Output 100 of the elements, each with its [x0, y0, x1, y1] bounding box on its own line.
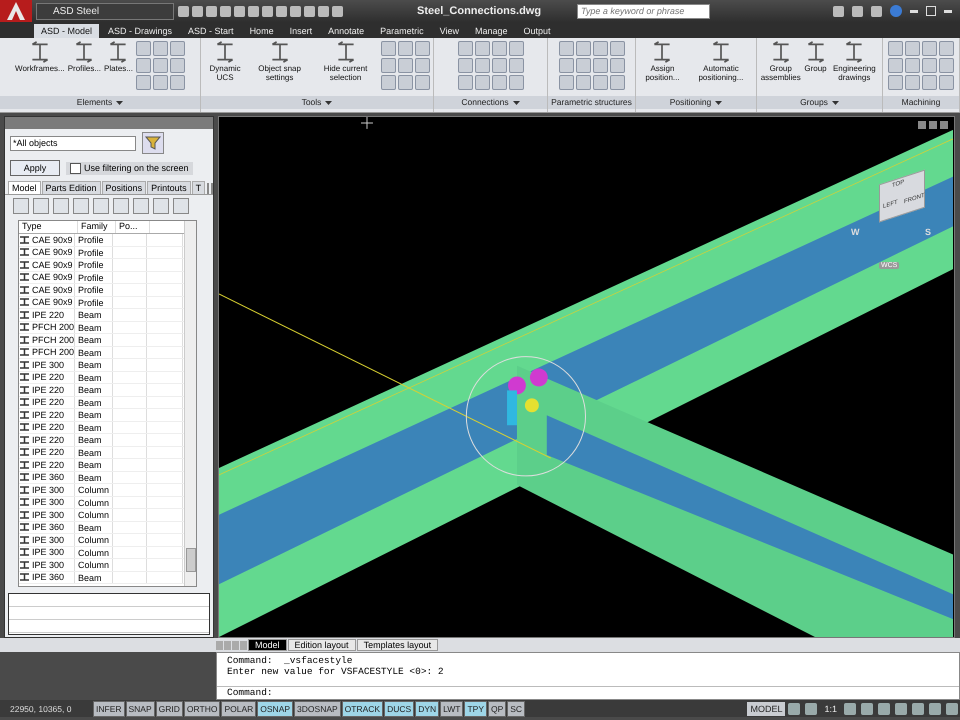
toolbar-icon[interactable]	[234, 6, 245, 16]
ribbon-button[interactable]: Automatic positioning...	[688, 41, 753, 82]
panel-tab[interactable]: T	[192, 181, 206, 194]
tool-icon[interactable]	[398, 75, 413, 90]
ribbon-tab[interactable]: Output	[516, 24, 558, 38]
tool-icon[interactable]	[136, 58, 151, 73]
tool-icon[interactable]	[922, 58, 937, 73]
tool-icon[interactable]	[152, 41, 168, 56]
tool-icon[interactable]	[508, 75, 524, 90]
tool-icon[interactable]	[415, 58, 430, 73]
tool-icon[interactable]	[905, 75, 920, 90]
ribbon-tab[interactable]: View	[432, 24, 466, 38]
filter-checkbox[interactable]: Use filtering on the screen	[66, 162, 193, 174]
command-input[interactable]: Command:	[217, 686, 959, 699]
checkbox[interactable]	[70, 162, 81, 174]
layout-tab[interactable]: Templates layout	[356, 639, 438, 651]
filter-type-icon[interactable]	[153, 198, 169, 214]
toolbar-icon[interactable]	[248, 6, 259, 16]
ribbon-tab[interactable]: Insert	[282, 24, 320, 38]
filter-type-icon[interactable]	[33, 198, 49, 214]
tool-icon[interactable]	[398, 41, 413, 56]
status-toggle[interactable]: QP	[488, 700, 506, 716]
scroll-left-icon[interactable]	[207, 183, 210, 194]
panel-title[interactable]: Machining	[883, 96, 959, 109]
ribbon-button[interactable]: Engineering drawings	[830, 41, 879, 82]
layout-icon[interactable]	[788, 702, 800, 714]
apply-button[interactable]: Apply	[10, 160, 60, 176]
layout-icon[interactable]	[805, 702, 818, 714]
tool-icon[interactable]	[381, 58, 396, 73]
filter-type-icon[interactable]	[173, 198, 189, 214]
toolbar-icon[interactable]	[290, 6, 301, 16]
ribbon-button[interactable]: Assign position...	[639, 41, 686, 82]
toolbar-icon[interactable]	[206, 6, 217, 16]
filter-type-icon[interactable]	[93, 198, 109, 214]
status-toggle[interactable]: OSNAP	[257, 700, 294, 716]
tool-icon[interactable]	[905, 41, 920, 56]
tool-icon[interactable]	[136, 41, 151, 56]
tool-icon[interactable]	[458, 58, 472, 73]
status-toggle[interactable]: GRID	[156, 700, 183, 716]
status-toggle[interactable]: INFER	[93, 700, 124, 716]
layout-tab[interactable]: Model	[248, 639, 287, 651]
panel-title[interactable]: Connections	[434, 96, 547, 109]
layout-tab[interactable]: Edition layout	[288, 639, 356, 651]
status-toggle[interactable]: DUCS	[384, 700, 414, 716]
tool-icon[interactable]	[610, 41, 624, 56]
tool-icon[interactable]	[492, 58, 506, 73]
ribbon-button[interactable]: Workframes...	[15, 41, 65, 73]
vertical-scrollbar[interactable]	[184, 221, 196, 586]
tool-icon[interactable]	[576, 58, 590, 73]
tool-icon[interactable]	[458, 41, 472, 56]
tool-icon[interactable]	[415, 41, 430, 56]
ribbon-button[interactable]: Dynamic UCS	[204, 41, 246, 82]
tool-icon[interactable]	[939, 58, 954, 73]
workspace-dropdown[interactable]: ASD Steel	[36, 2, 174, 20]
model-space-button[interactable]: MODEL	[747, 702, 786, 716]
toolbar-icon[interactable]	[178, 6, 189, 16]
ribbon-button[interactable]: Group	[804, 41, 827, 73]
ribbon-tab[interactable]: Home	[242, 24, 281, 38]
ribbon-button[interactable]: Object snap settings	[249, 41, 310, 82]
tool-icon[interactable]	[415, 75, 430, 90]
tool-icon[interactable]	[922, 41, 937, 56]
status-icon[interactable]	[844, 702, 856, 714]
tool-icon[interactable]	[398, 58, 413, 73]
panel-tab[interactable]: Printouts	[147, 181, 191, 194]
filter-icon[interactable]	[142, 132, 164, 154]
filter-type-icon[interactable]	[113, 198, 129, 214]
ribbon-tab[interactable]: ASD - Drawings	[101, 24, 180, 38]
tool-icon[interactable]	[922, 75, 937, 90]
filter-type-icon[interactable]	[73, 198, 89, 214]
help-icon[interactable]	[890, 5, 902, 17]
status-toggle[interactable]: LWT	[440, 700, 464, 716]
tool-icon[interactable]	[610, 58, 624, 73]
panel-title[interactable]: Groups	[757, 96, 882, 109]
toolbar-icon[interactable]	[304, 6, 315, 16]
tool-icon[interactable]	[474, 58, 490, 73]
ribbon-tab[interactable]: ASD - Model	[34, 24, 100, 38]
app-menu-button[interactable]	[0, 0, 32, 22]
tool-icon[interactable]	[888, 58, 903, 73]
tool-icon[interactable]	[576, 41, 590, 56]
tool-icon[interactable]	[592, 75, 608, 90]
status-icon[interactable]	[895, 702, 907, 714]
panel-tab[interactable]: Model	[8, 181, 41, 194]
toolbar-icon[interactable]	[262, 6, 273, 16]
tool-icon[interactable]	[508, 41, 524, 56]
filter-type-icon[interactable]	[53, 198, 69, 214]
status-toggle[interactable]: 3DOSNAP	[294, 700, 341, 716]
tool-icon[interactable]	[592, 41, 608, 56]
tool-icon[interactable]	[492, 41, 506, 56]
tool-icon[interactable]	[474, 75, 490, 90]
status-toggle[interactable]: DYN	[415, 700, 440, 716]
tool-icon[interactable]	[381, 75, 396, 90]
status-toggle[interactable]: POLAR	[221, 700, 256, 716]
column-header[interactable]: Type	[19, 221, 78, 233]
tool-icon[interactable]	[558, 58, 574, 73]
status-toggle[interactable]: SC	[507, 700, 526, 716]
ribbon-tab[interactable]: Manage	[468, 24, 515, 38]
tool-icon[interactable]	[492, 75, 506, 90]
ribbon-button[interactable]: Group assemblies	[760, 41, 802, 82]
tool-icon[interactable]	[152, 75, 168, 90]
panel-title[interactable]: Parametric structures	[548, 96, 635, 109]
